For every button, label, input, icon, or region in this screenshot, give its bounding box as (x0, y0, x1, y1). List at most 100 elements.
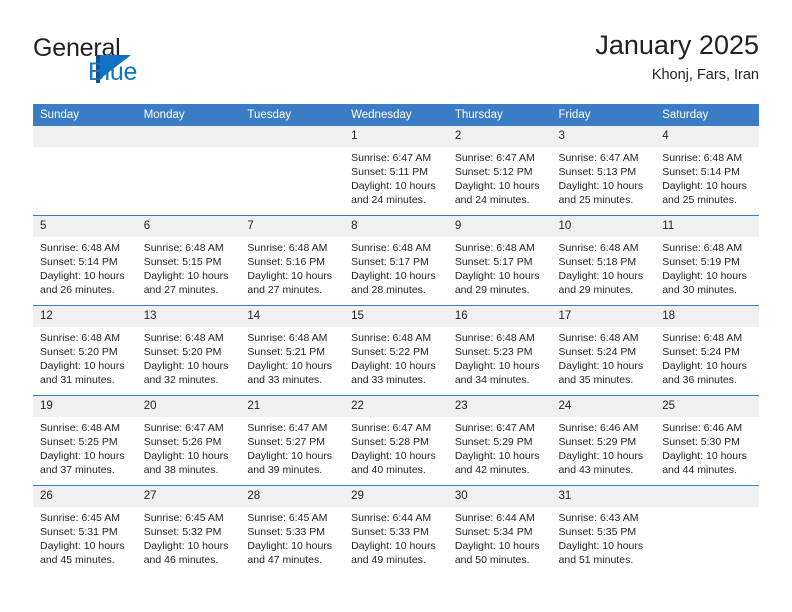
day-detail-line: Daylight: 10 hours (143, 270, 229, 283)
day-detail-line: Daylight: 10 hours (454, 450, 540, 463)
calendar-day-cell[interactable]: 26 Sunrise: 6:45 AM Sunset: 5:31 PM Dayligh… (33, 485, 137, 575)
calendar-day-cell[interactable]: 23 Sunrise: 6:47 AM Sunset: 5:29 PM Dayligh… (447, 395, 552, 486)
day-detail-line: Sunset: 5:30 PM (662, 436, 740, 449)
day-detail-line: Sunset: 5:14 PM (662, 166, 740, 179)
location-subtitle: Khonj, Fars, Iran (651, 67, 759, 83)
day-detail-line: and 45 minutes. (40, 554, 115, 567)
day-detail-line: Daylight: 10 hours (454, 270, 540, 283)
day-detail-line: Daylight: 10 hours (143, 450, 229, 463)
calendar-day-cell[interactable]: 21 Sunrise: 6:47 AM Sunset: 5:27 PM Dayligh… (240, 395, 345, 486)
day-detail-line: Sunrise: 6:48 AM (454, 332, 535, 344)
weekday-header-monday: Monday (136, 104, 241, 126)
calendar-day-cell[interactable]: 31 Sunrise: 6:43 AM Sunset: 5:35 PM Dayligh… (551, 485, 656, 575)
day-detail-line: and 30 minutes. (662, 284, 737, 297)
day-details: Sunrise: 6:48 AM Sunset: 5:22 PM Daylight:… (344, 327, 448, 387)
day-detail-line: and 28 minutes. (351, 284, 426, 297)
calendar-day-cell[interactable]: 30 Sunrise: 6:44 AM Sunset: 5:34 PM Dayligh… (447, 485, 552, 575)
calendar-day-cell[interactable]: 14 Sunrise: 6:48 AM Sunset: 5:21 PM Dayligh… (240, 305, 345, 396)
day-number: 4 (655, 126, 759, 147)
calendar-day-cell[interactable]: 8 Sunrise: 6:48 AM Sunset: 5:17 PM Daylight… (344, 215, 448, 306)
calendar-day-cell[interactable]: 12 Sunrise: 6:48 AM Sunset: 5:20 PM Dayligh… (33, 305, 137, 396)
calendar-day-cell[interactable]: 2 Sunrise: 6:47 AM Sunset: 5:12 PM Daylight… (447, 126, 552, 216)
calendar-day-cell[interactable]: 18 Sunrise: 6:48 AM Sunset: 5:24 PM Dayligh… (655, 305, 759, 396)
day-detail-line: Daylight: 10 hours (558, 180, 644, 193)
day-number: 15 (344, 306, 448, 327)
day-details: Sunrise: 6:47 AM Sunset: 5:12 PM Daylight:… (448, 147, 552, 207)
day-number: 19 (33, 396, 137, 417)
calendar-day-cell[interactable]: 11 Sunrise: 6:48 AM Sunset: 5:19 PM Dayligh… (655, 215, 759, 306)
day-detail-line: Daylight: 10 hours (662, 270, 747, 283)
weekday-header-wednesday: Wednesday (344, 104, 448, 126)
calendar-day-cell[interactable]: 17 Sunrise: 6:48 AM Sunset: 5:24 PM Dayligh… (551, 305, 656, 396)
calendar-day-cell[interactable]: 3 Sunrise: 6:47 AM Sunset: 5:13 PM Daylight… (551, 126, 656, 216)
day-details: Sunrise: 6:48 AM Sunset: 5:24 PM Daylight:… (655, 327, 759, 387)
day-detail-line: Sunrise: 6:48 AM (662, 332, 743, 344)
day-detail-line: and 27 minutes. (247, 284, 323, 297)
day-detail-line: Daylight: 10 hours (143, 360, 229, 373)
day-number (33, 126, 137, 147)
calendar-day-cell[interactable]: 10 Sunrise: 6:48 AM Sunset: 5:18 PM Dayligh… (551, 215, 656, 306)
day-detail-line: Daylight: 10 hours (40, 270, 125, 283)
day-number: 30 (447, 486, 552, 507)
day-detail-line: Sunrise: 6:46 AM (662, 422, 743, 434)
calendar-day-cell[interactable]: 1 Sunrise: 6:47 AM Sunset: 5:11 PM Daylight… (344, 126, 448, 216)
day-detail-line: Sunset: 5:25 PM (40, 436, 118, 449)
calendar-week-row: 1 Sunrise: 6:47 AM Sunset: 5:11 PM Daylight… (33, 126, 759, 216)
day-detail-line: and 27 minutes. (143, 284, 219, 297)
day-number: 1 (344, 126, 448, 147)
calendar-table: Sunday Monday Tuesday Wednesday Thursday… (33, 104, 759, 575)
weekday-header-friday: Friday (551, 104, 656, 126)
day-details: Sunrise: 6:48 AM Sunset: 5:14 PM Daylight:… (655, 147, 759, 207)
calendar-day-cell[interactable]: 28 Sunrise: 6:45 AM Sunset: 5:33 PM Dayligh… (240, 485, 345, 575)
day-detail-line: Sunrise: 6:46 AM (558, 422, 639, 434)
calendar-day-cell[interactable]: 7 Sunrise: 6:48 AM Sunset: 5:16 PM Daylight… (240, 215, 345, 306)
day-detail-line: and 32 minutes. (143, 374, 219, 387)
day-detail-line: and 51 minutes. (558, 554, 634, 567)
day-detail-line: and 38 minutes. (143, 464, 219, 477)
calendar-day-cell[interactable]: 24 Sunrise: 6:46 AM Sunset: 5:29 PM Dayligh… (551, 395, 656, 486)
calendar-day-cell[interactable]: 29 Sunrise: 6:44 AM Sunset: 5:33 PM Dayligh… (344, 485, 448, 575)
calendar-day-cell[interactable]: 27 Sunrise: 6:45 AM Sunset: 5:32 PM Dayligh… (136, 485, 241, 575)
day-number: 7 (240, 216, 345, 237)
day-detail-line: and 36 minutes. (662, 374, 737, 387)
day-detail-line: and 24 minutes. (454, 194, 530, 207)
day-details: Sunrise: 6:47 AM Sunset: 5:28 PM Daylight:… (344, 417, 448, 477)
calendar-day-cell[interactable]: 25 Sunrise: 6:46 AM Sunset: 5:30 PM Dayligh… (655, 395, 759, 486)
day-detail-line: Sunset: 5:17 PM (454, 256, 533, 269)
day-details: Sunrise: 6:48 AM Sunset: 5:21 PM Daylight:… (240, 327, 344, 387)
day-detail-line: Sunrise: 6:48 AM (351, 242, 432, 254)
day-detail-line: Daylight: 10 hours (40, 540, 125, 553)
day-detail-line: Sunrise: 6:43 AM (558, 512, 639, 524)
day-detail-line: Sunrise: 6:48 AM (40, 332, 120, 344)
day-detail-line: Sunset: 5:33 PM (247, 526, 326, 539)
calendar-day-cell[interactable]: 16 Sunrise: 6:48 AM Sunset: 5:23 PM Dayligh… (447, 305, 552, 396)
weekday-header-tuesday: Tuesday (240, 104, 345, 126)
day-details: Sunrise: 6:48 AM Sunset: 5:14 PM Daylight:… (33, 237, 137, 297)
day-detail-line: Sunrise: 6:48 AM (40, 422, 120, 434)
day-detail-line: Daylight: 10 hours (351, 180, 436, 193)
day-detail-line: Sunrise: 6:47 AM (351, 422, 432, 434)
day-detail-line: Daylight: 10 hours (143, 540, 229, 553)
day-number: 18 (655, 306, 759, 327)
day-detail-line: Sunset: 5:24 PM (662, 346, 740, 359)
day-detail-line: and 43 minutes. (558, 464, 634, 477)
calendar-day-cell[interactable]: 4 Sunrise: 6:48 AM Sunset: 5:14 PM Daylight… (655, 126, 759, 216)
calendar-day-cell[interactable]: 6 Sunrise: 6:48 AM Sunset: 5:15 PM Daylight… (136, 215, 241, 306)
weekday-header-thursday: Thursday (447, 104, 552, 126)
calendar-week-row: 12 Sunrise: 6:48 AM Sunset: 5:20 PM Dayligh… (33, 305, 759, 396)
day-detail-line: Sunset: 5:17 PM (351, 256, 429, 269)
calendar-day-cell[interactable]: 13 Sunrise: 6:48 AM Sunset: 5:20 PM Dayligh… (136, 305, 241, 396)
calendar-day-cell[interactable]: 9 Sunrise: 6:48 AM Sunset: 5:17 PM Daylight… (447, 215, 552, 306)
day-detail-line: Sunset: 5:18 PM (558, 256, 637, 269)
day-detail-line: and 42 minutes. (454, 464, 530, 477)
day-number: 9 (447, 216, 552, 237)
day-detail-line: Sunset: 5:14 PM (40, 256, 118, 269)
day-details: Sunrise: 6:45 AM Sunset: 5:31 PM Daylight:… (33, 507, 137, 567)
calendar-day-cell[interactable]: 5 Sunrise: 6:48 AM Sunset: 5:14 PM Daylight… (33, 215, 137, 306)
day-details: Sunrise: 6:48 AM Sunset: 5:16 PM Daylight:… (240, 237, 344, 297)
calendar-day-cell[interactable]: 19 Sunrise: 6:48 AM Sunset: 5:25 PM Dayligh… (33, 395, 137, 486)
calendar-day-cell[interactable]: 15 Sunrise: 6:48 AM Sunset: 5:22 PM Dayligh… (344, 305, 448, 396)
calendar-day-cell[interactable]: 22 Sunrise: 6:47 AM Sunset: 5:28 PM Dayligh… (344, 395, 448, 486)
calendar-day-cell[interactable]: 20 Sunrise: 6:47 AM Sunset: 5:26 PM Dayligh… (136, 395, 241, 486)
calendar-page: General Blue January 2025 Khonj, Fars, I… (0, 0, 792, 612)
